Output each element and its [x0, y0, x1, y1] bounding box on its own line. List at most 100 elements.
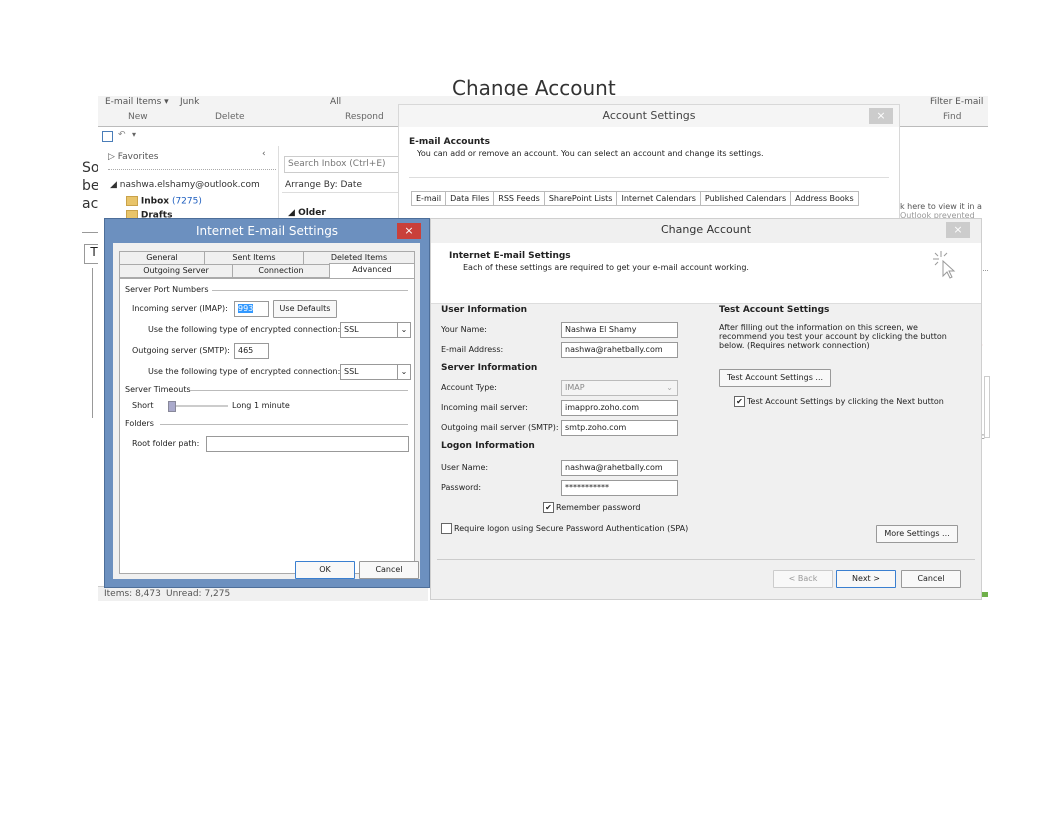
timeout-long-label: Long — [232, 401, 252, 410]
ies-cancel-button[interactable]: Cancel — [359, 561, 419, 579]
tab-address-books[interactable]: Address Books — [790, 191, 859, 206]
root-folder-field[interactable] — [206, 436, 409, 452]
favorites-label[interactable]: ▷ Favorites — [108, 152, 158, 162]
reading-pane-text: k here to view it in a — [900, 202, 982, 211]
incoming-server-field[interactable]: imappro.zoho.com — [561, 400, 678, 416]
account-settings-close-button[interactable]: × — [869, 108, 893, 124]
cut-letter: T — [90, 245, 98, 259]
chevron-down-icon: ⌄ — [397, 323, 410, 337]
ribbon-email-items[interactable]: E-mail Items ▾ — [105, 97, 169, 107]
tab-general[interactable]: General — [119, 251, 205, 265]
divider — [282, 192, 400, 193]
password-label: Password: — [441, 483, 482, 492]
test-desc-2: recommend you test your account by click… — [719, 332, 947, 341]
use-defaults-button[interactable]: Use Defaults — [273, 300, 337, 318]
timeout-slider-thumb[interactable] — [168, 401, 176, 412]
tab-rss-feeds[interactable]: RSS Feeds — [493, 191, 545, 206]
ribbon-junk[interactable]: Junk — [180, 97, 199, 107]
outgoing-port-label: Outgoing server (SMTP): — [132, 346, 230, 355]
tab-sharepoint-lists[interactable]: SharePoint Lists — [543, 191, 618, 206]
tab-outgoing-server[interactable]: Outgoing Server — [119, 264, 233, 278]
arrange-by[interactable]: Arrange By: Date — [285, 180, 362, 190]
test-settings-heading: Test Account Settings — [719, 305, 830, 315]
divider — [409, 177, 889, 178]
tab-data-files[interactable]: Data Files — [445, 191, 495, 206]
divider — [160, 424, 408, 425]
ies-close-button[interactable]: × — [397, 223, 421, 239]
incoming-port-label: Incoming server (IMAP): — [132, 304, 228, 313]
encrypt-label-1: Use the following type of encrypted conn… — [148, 325, 341, 334]
encrypt-label-2: Use the following type of encrypted conn… — [148, 367, 341, 376]
test-on-next-checkbox[interactable]: ✔ — [734, 396, 745, 407]
ribbon-filter[interactable]: Filter E-mail — [930, 97, 983, 107]
remember-password-checkbox[interactable]: ✔ — [543, 502, 554, 513]
account-settings-title: Account Settings — [399, 105, 899, 127]
older-group[interactable]: ◢ Older — [288, 208, 326, 218]
ribbon-group-respond: Respond — [345, 112, 384, 122]
inbox-item[interactable]: Inbox (7275) — [126, 196, 202, 207]
encrypt-select-1[interactable]: SSL ⌄ — [340, 322, 411, 338]
ies-title: Internet E-mail Settings — [195, 224, 339, 238]
dropdown-icon[interactable]: ▾ — [132, 130, 136, 139]
collapse-icon: ◢ — [110, 180, 120, 190]
email-address-field[interactable]: nashwa@rahetbally.com — [561, 342, 678, 358]
spa-checkbox[interactable] — [441, 523, 452, 534]
email-address-label: E-mail Address: — [441, 345, 504, 354]
next-button[interactable]: Next > — [836, 570, 896, 588]
your-name-field[interactable]: Nashwa El Shamy — [561, 322, 678, 338]
cancel-button[interactable]: Cancel — [901, 570, 961, 588]
status-items: Items: 8,473 — [104, 589, 161, 599]
divider — [437, 559, 975, 560]
intro-title: Internet E-mail Settings — [449, 251, 571, 261]
account-type-select: IMAP ⌄ — [561, 380, 678, 396]
ports-group-label: Server Port Numbers — [125, 285, 209, 294]
divider — [212, 290, 408, 291]
back-button[interactable]: < Back — [773, 570, 833, 588]
change-account-dialog: Change Account × Internet E-mail Setting… — [430, 218, 982, 600]
tab-internet-calendars[interactable]: Internet Calendars — [616, 191, 701, 206]
search-input[interactable]: Search Inbox (Ctrl+E) — [284, 156, 404, 173]
tab-advanced[interactable]: Advanced — [329, 263, 415, 279]
outgoing-server-field[interactable]: smtp.zoho.com — [561, 420, 678, 436]
username-field[interactable]: nashwa@rahetbally.com — [561, 460, 678, 476]
server-info-heading: Server Information — [441, 363, 538, 373]
ies-ok-button[interactable]: OK — [295, 561, 355, 579]
intro-panel: Internet E-mail Settings Each of these s… — [431, 243, 981, 304]
tab-published-calendars[interactable]: Published Calendars — [699, 191, 792, 206]
timeout-value: 1 minute — [254, 401, 290, 410]
scrollbar[interactable] — [984, 376, 990, 438]
chevron-down-icon: ⌄ — [666, 383, 673, 392]
expand-icon: ▷ — [108, 152, 118, 162]
email-accounts-desc: You can add or remove an account. You ca… — [417, 149, 764, 158]
ies-tab-panel: Server Port Numbers Incoming server (IMA… — [119, 278, 415, 574]
outgoing-port-field[interactable]: 465 — [234, 343, 269, 359]
tab-connection[interactable]: Connection — [232, 264, 330, 278]
collapse-icon: ◢ — [288, 208, 299, 218]
remember-password-label: Remember password — [556, 503, 641, 512]
more-settings-button[interactable]: More Settings ... — [876, 525, 958, 543]
change-account-close-button[interactable]: × — [946, 222, 970, 238]
folders-group-label: Folders — [125, 419, 154, 428]
tab-sent-items[interactable]: Sent Items — [204, 251, 304, 265]
account-settings-window: Account Settings × E-mail Accounts You c… — [398, 104, 900, 226]
encrypt-select-2[interactable]: SSL ⌄ — [340, 364, 411, 380]
divider — [108, 169, 276, 171]
ribbon-all[interactable]: All — [330, 97, 341, 107]
tab-email[interactable]: E-mail — [411, 191, 447, 206]
incoming-server-label: Incoming mail server: — [441, 403, 528, 412]
logon-info-heading: Logon Information — [441, 441, 535, 451]
inbox-folder-icon — [126, 196, 138, 206]
username-label: User Name: — [441, 463, 489, 472]
change-account-title: Change Account — [660, 223, 752, 236]
timeouts-group-label: Server Timeouts — [125, 385, 191, 394]
password-field[interactable]: *********** — [561, 480, 678, 496]
send-receive-icon[interactable] — [102, 131, 113, 142]
test-account-settings-button[interactable]: Test Account Settings ... — [719, 369, 831, 387]
undo-icon[interactable]: ↶ — [118, 130, 126, 140]
incoming-port-field[interactable]: 993 — [234, 301, 269, 317]
ribbon-group-new: New — [128, 112, 148, 122]
user-info-heading: User Information — [441, 305, 528, 315]
collapse-pane-icon[interactable]: ‹ — [262, 149, 266, 159]
timeout-slider[interactable] — [168, 405, 228, 407]
account-item[interactable]: ◢ nashwa.elshamy@outlook.com — [110, 180, 260, 190]
